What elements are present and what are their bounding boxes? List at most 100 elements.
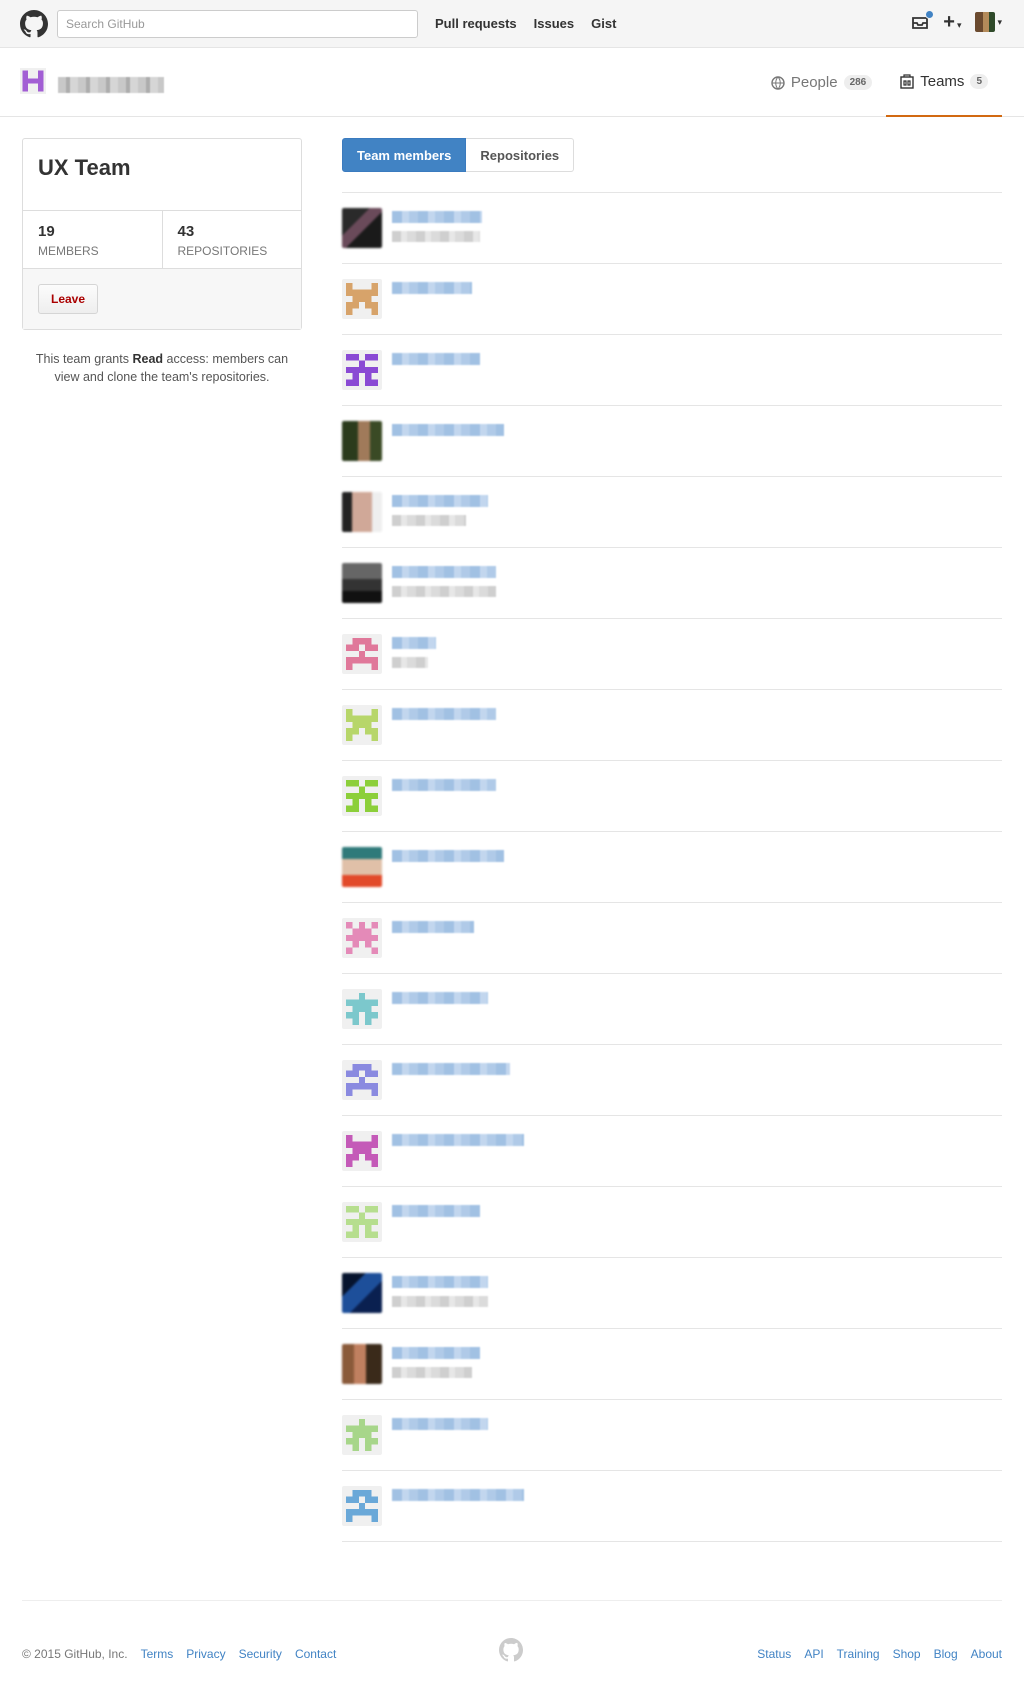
member-row[interactable] [342,974,1002,1045]
footer-link-contact[interactable]: Contact [295,1647,336,1661]
member-avatar[interactable] [342,350,382,390]
member-row[interactable] [342,1329,1002,1400]
member-row[interactable] [342,406,1002,477]
member-fullname-redacted [392,657,428,668]
member-row[interactable] [342,619,1002,690]
member-name-redacted[interactable] [392,708,496,720]
member-name-redacted[interactable] [392,921,474,933]
member-name-redacted[interactable] [392,1418,488,1430]
tab-teams-label: Teams [920,73,965,90]
member-name-redacted[interactable] [392,1276,488,1288]
members-stat[interactable]: 19 MEMBERS [23,211,162,268]
github-logo-icon[interactable] [20,10,48,38]
search-input[interactable] [57,10,418,38]
member-row[interactable] [342,832,1002,903]
notification-dot [925,10,935,19]
footer-link-terms[interactable]: Terms [141,1647,174,1661]
nav-issues[interactable]: Issues [534,16,574,31]
member-row[interactable] [342,690,1002,761]
member-avatar[interactable] [342,279,382,319]
footer-link-privacy[interactable]: Privacy [186,1647,225,1661]
team-name: UX Team [23,139,301,211]
footer-link-status[interactable]: Status [757,1647,791,1661]
tab-repositories[interactable]: Repositories [466,138,575,172]
member-name-redacted[interactable] [392,1205,480,1217]
member-avatar[interactable] [342,1344,382,1384]
permission-note: This team grants Read access: members ca… [22,350,302,386]
footer-left: © 2015 GitHub, Inc. Terms Privacy Securi… [22,1647,336,1661]
member-row[interactable] [342,1116,1002,1187]
repositories-stat[interactable]: 43 REPOSITORIES [161,211,302,268]
member-name-redacted[interactable] [392,566,496,578]
member-name-redacted[interactable] [392,992,488,1004]
member-name-redacted[interactable] [392,1347,480,1359]
member-avatar[interactable] [342,1273,382,1313]
tab-people[interactable]: People 286 [757,48,886,117]
footer-link-training[interactable]: Training [837,1647,880,1661]
team-sidebar: UX Team 19 MEMBERS 43 REPOSITORIES Leave… [22,138,302,386]
member-row[interactable] [342,903,1002,974]
member-avatar[interactable] [342,847,382,887]
member-avatar[interactable] [342,492,382,532]
member-name-redacted[interactable] [392,495,488,507]
member-avatar[interactable] [342,1060,382,1100]
member-avatar[interactable] [342,208,382,248]
member-fullname-redacted [392,515,466,526]
caret-down-icon: ▾ [997,16,1002,27]
footer-link-about[interactable]: About [971,1647,1002,1661]
footer-link-security[interactable]: Security [239,1647,282,1661]
member-row[interactable] [342,761,1002,832]
repositories-label: REPOSITORIES [177,244,268,258]
leave-team-button[interactable]: Leave [38,284,99,314]
member-name-redacted[interactable] [392,850,504,862]
create-new-button[interactable]: + ▾ [943,12,961,32]
member-avatar[interactable] [342,634,382,674]
member-fullname-redacted [392,1296,488,1307]
member-list [342,192,1002,1542]
copyright: © 2015 GitHub, Inc. [22,1647,128,1661]
nav-pull-requests[interactable]: Pull requests [435,16,517,31]
member-name-redacted[interactable] [392,1489,524,1501]
footer-link-blog[interactable]: Blog [934,1647,958,1661]
member-row[interactable] [342,193,1002,264]
member-row[interactable] [342,335,1002,406]
footer-link-shop[interactable]: Shop [893,1647,921,1661]
member-row[interactable] [342,1258,1002,1329]
nav-gist[interactable]: Gist [591,16,616,31]
member-fullname-redacted [392,1367,472,1378]
tab-team-members[interactable]: Team members [342,138,467,172]
member-row[interactable] [342,548,1002,619]
member-avatar[interactable] [342,1202,382,1242]
member-avatar[interactable] [342,705,382,745]
member-avatar[interactable] [342,1415,382,1455]
inbox-icon[interactable] [911,10,935,30]
member-name-redacted[interactable] [392,353,480,365]
member-name-redacted[interactable] [392,211,482,223]
member-row[interactable] [342,1471,1002,1542]
member-name-redacted[interactable] [392,779,496,791]
member-row[interactable] [342,1187,1002,1258]
member-avatar[interactable] [342,1486,382,1526]
member-row[interactable] [342,477,1002,548]
member-name-redacted[interactable] [392,637,436,649]
member-avatar[interactable] [342,563,382,603]
member-avatar[interactable] [342,421,382,461]
member-row[interactable] [342,1400,1002,1471]
member-avatar[interactable] [342,989,382,1029]
member-name-redacted[interactable] [392,282,472,294]
member-row[interactable] [342,264,1002,335]
plus-icon: + [943,11,955,33]
user-menu-button[interactable]: ▾ [975,12,1002,32]
member-name-redacted[interactable] [392,424,504,436]
tab-teams[interactable]: Teams 5 [886,48,1002,117]
member-avatar[interactable] [342,1131,382,1171]
member-row[interactable] [342,1045,1002,1116]
member-name-redacted[interactable] [392,1063,510,1075]
member-name-redacted[interactable] [392,1134,524,1146]
member-avatar[interactable] [342,918,382,958]
github-mark-icon[interactable] [499,1638,523,1662]
footer-link-api[interactable]: API [804,1647,823,1661]
member-avatar[interactable] [342,776,382,816]
team-stats: 19 MEMBERS 43 REPOSITORIES [23,211,301,269]
org-avatar[interactable] [20,68,46,94]
